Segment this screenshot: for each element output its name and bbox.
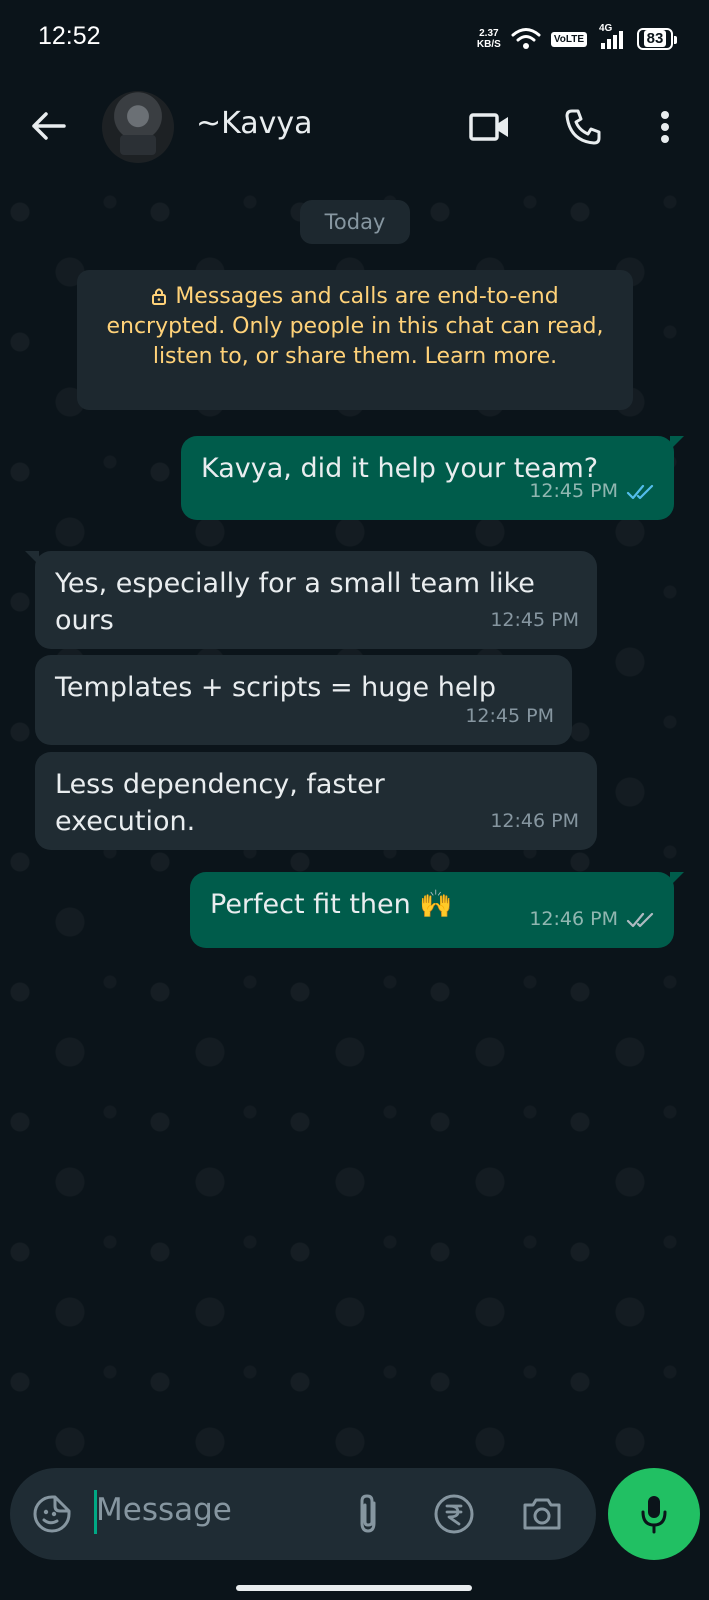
message-time: 12:45 PM: [529, 480, 618, 502]
message-bubble-outgoing[interactable]: Kavya, did it help your team? 12:45 PM: [181, 436, 684, 520]
camera-icon: [523, 1498, 561, 1530]
mic-icon: [641, 1496, 667, 1534]
message-bubble-incoming[interactable]: Yes, especially for a small team like ou…: [25, 551, 597, 649]
contact-name[interactable]: ~Kavya: [196, 106, 313, 141]
lock-icon: [152, 288, 167, 305]
attach-icon: [360, 1494, 376, 1533]
battery-level: 83: [643, 30, 667, 47]
bubble-tail: [670, 436, 684, 450]
camera-button[interactable]: [518, 1490, 566, 1538]
message-time: 12:45 PM: [490, 609, 579, 631]
status-icons: 2.37 KB/S VoLTE 4G 83: [477, 23, 677, 54]
more-options-button[interactable]: [640, 102, 690, 152]
chat-area[interactable]: Today Messages and calls are end-to-end …: [0, 182, 709, 1472]
message-time: 12:46 PM: [490, 810, 579, 832]
message-input-bar[interactable]: Message: [10, 1468, 596, 1560]
sticker-icon: [33, 1495, 71, 1533]
video-call-icon: [469, 113, 508, 141]
voice-message-button[interactable]: [608, 1468, 700, 1560]
battery-icon: 83: [637, 28, 677, 50]
message-bubble-incoming[interactable]: Less dependency, faster execution. 12:46…: [35, 752, 597, 850]
message-time: 12:46 PM: [529, 908, 618, 930]
back-button[interactable]: [26, 104, 70, 148]
status-time: 12:52: [38, 22, 101, 50]
read-ticks-icon: [626, 484, 654, 499]
wifi-icon: [511, 28, 541, 49]
message-text: Templates + scripts = huge help: [55, 672, 497, 703]
date-chip: Today: [300, 200, 410, 244]
volte-badge: VoLTE: [550, 31, 587, 47]
sticker-button[interactable]: [28, 1490, 76, 1538]
encryption-notice[interactable]: Messages and calls are end-to-end encryp…: [77, 270, 633, 410]
home-indicator[interactable]: [236, 1585, 472, 1591]
message-bubble-incoming[interactable]: Templates + scripts = huge help 12:45 PM: [35, 655, 572, 745]
net-speed-unit: KB/S: [476, 39, 501, 50]
phone-call-icon: [565, 109, 601, 145]
bubble-tail: [25, 551, 39, 565]
status-bar: 12:52 2.37 KB/S VoLTE 4G 83: [0, 0, 709, 78]
chat-header: ~Kavya: [0, 78, 709, 182]
contact-avatar[interactable]: [102, 91, 174, 163]
message-input[interactable]: Message: [96, 1492, 232, 1528]
message-text: Yes, especially for a small team like ou…: [55, 568, 535, 636]
message-meta: 12:45 PM: [490, 602, 579, 639]
signal-icon: 4G: [597, 23, 627, 51]
net-speed-value: 2.37: [479, 28, 499, 39]
attach-button[interactable]: [344, 1490, 392, 1538]
message-text: Perfect fit then 🙌: [210, 889, 453, 920]
voice-call-button[interactable]: [558, 102, 608, 152]
message-bubble-outgoing[interactable]: Perfect fit then 🙌 12:46 PM: [190, 872, 684, 948]
message-meta: 12:45 PM: [465, 698, 554, 735]
back-arrow-icon: [32, 112, 66, 140]
video-call-button[interactable]: [465, 102, 515, 152]
rupee-payment-icon: [434, 1494, 474, 1534]
encryption-notice-text: Messages and calls are end-to-end encryp…: [106, 284, 604, 369]
message-meta: 12:46 PM: [529, 901, 656, 938]
message-meta: 12:46 PM: [490, 803, 579, 840]
message-text: Less dependency, faster execution.: [55, 769, 385, 837]
message-time: 12:45 PM: [465, 705, 554, 727]
message-meta: 12:45 PM: [529, 473, 656, 510]
payment-button[interactable]: [430, 1490, 478, 1538]
more-vert-icon: [661, 111, 669, 143]
bubble-tail: [670, 872, 684, 886]
delivered-ticks-icon: [626, 912, 654, 927]
net-speed: 2.37 KB/S: [477, 28, 501, 50]
